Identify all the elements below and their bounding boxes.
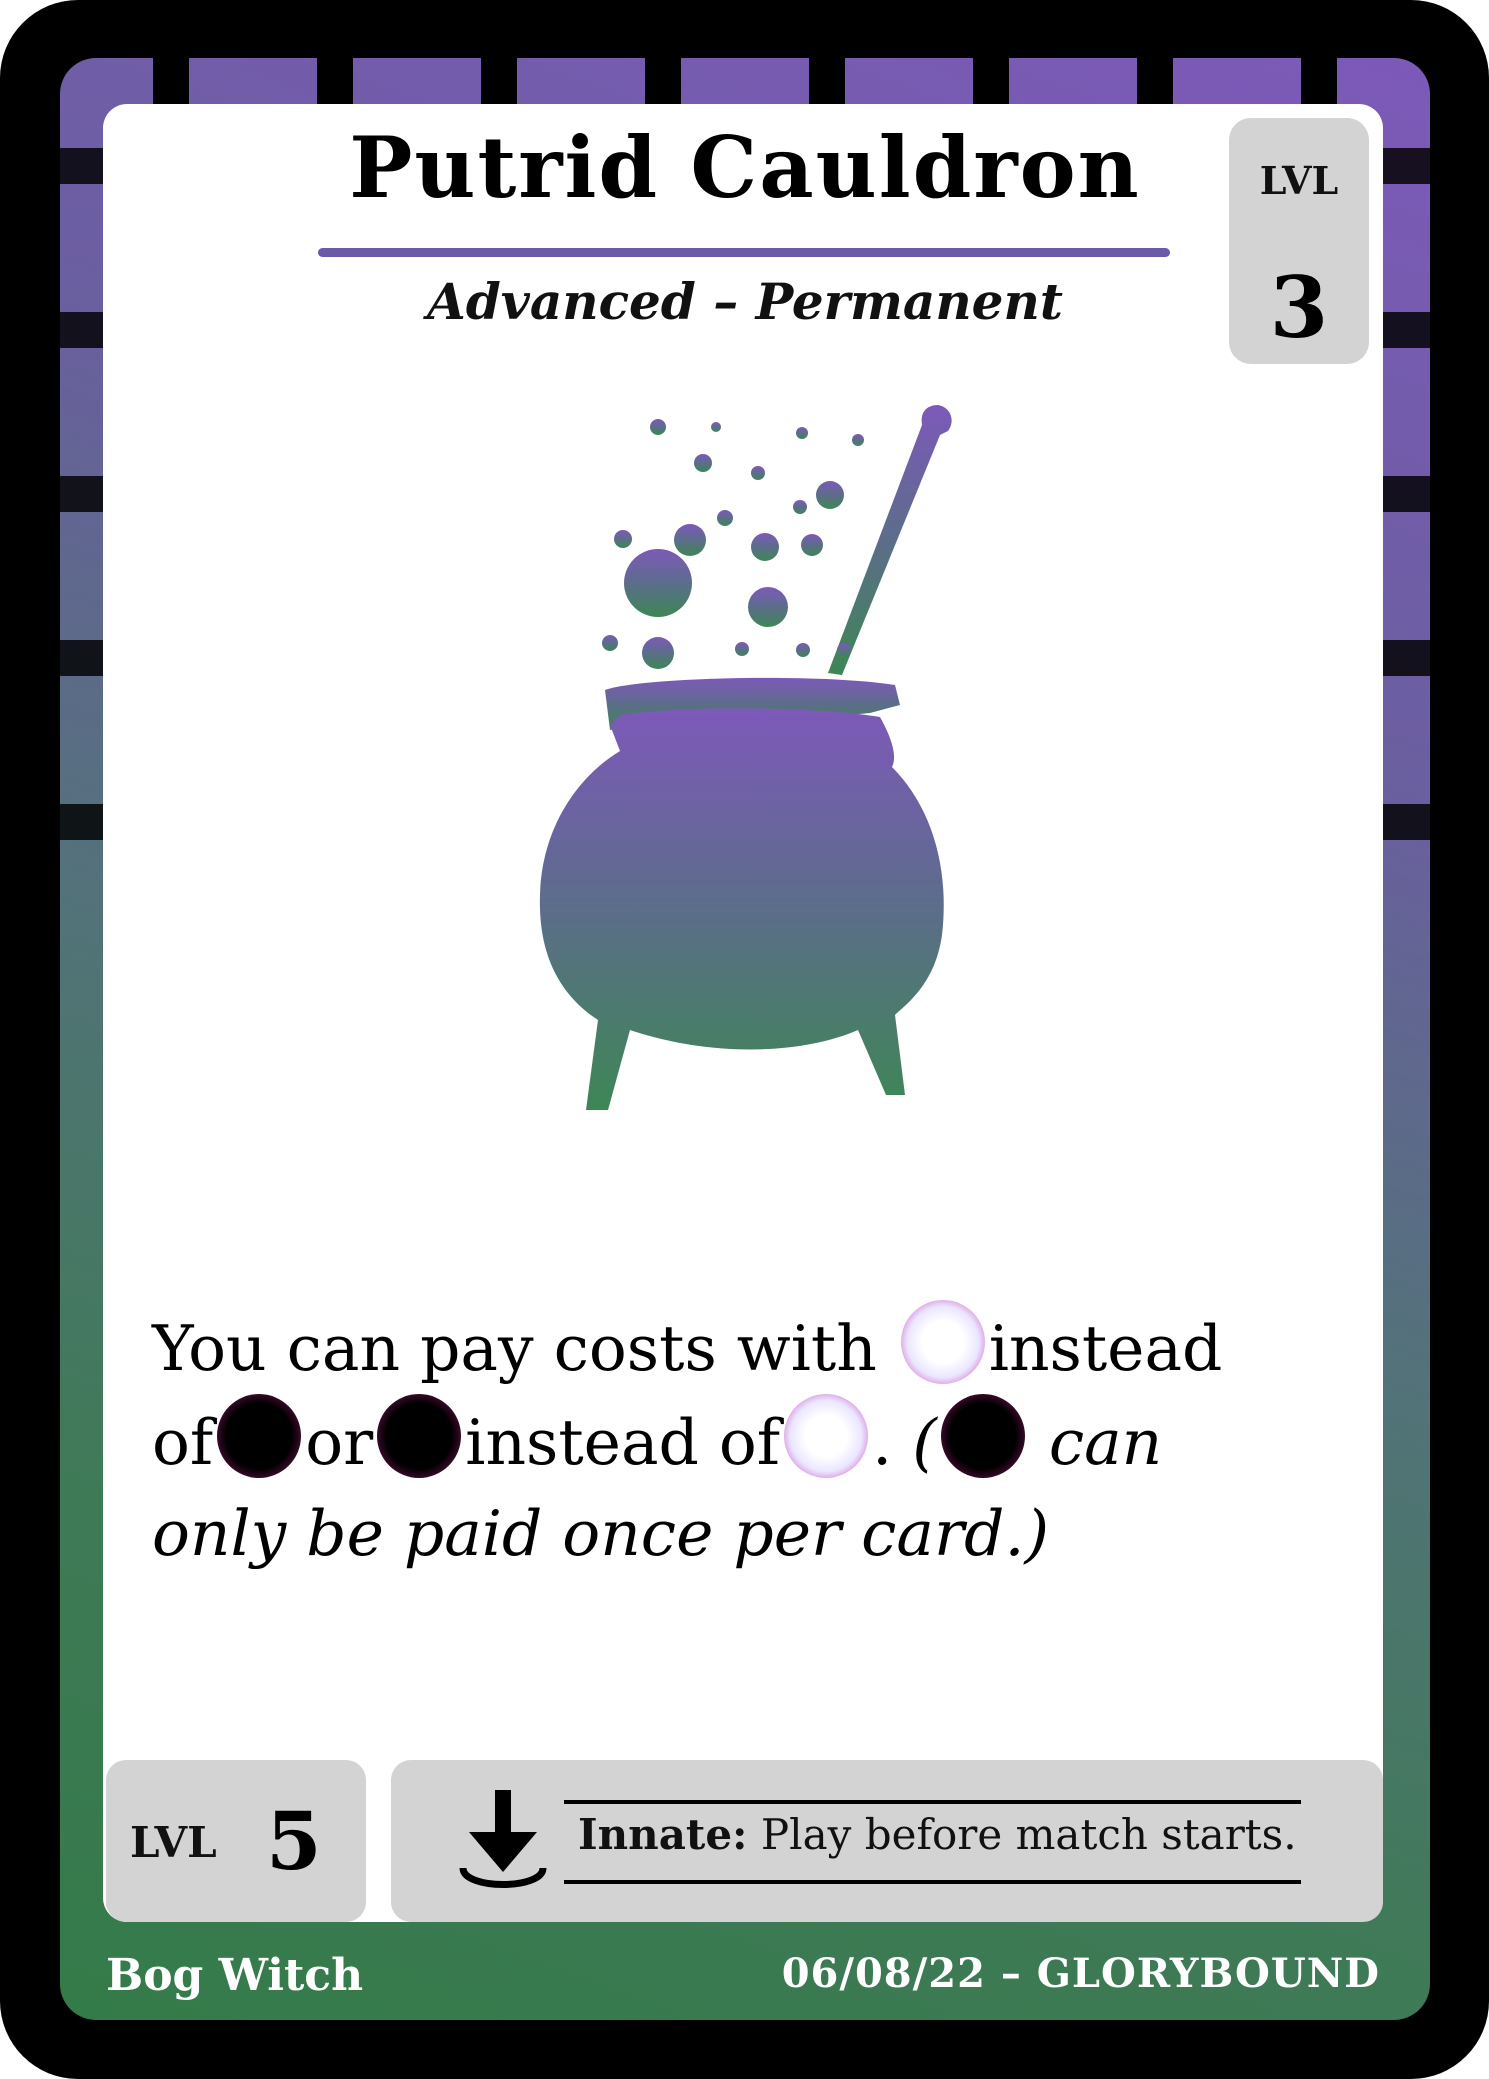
- rules-text: You can pay costs with instead of or inste…: [152, 1300, 1282, 1579]
- card: Putrid Cauldron Advanced – Permanent LVL…: [0, 0, 1489, 2079]
- frame-gap: [1383, 804, 1430, 840]
- frame-gap: [60, 476, 103, 512]
- rules-text-segment: instead of: [465, 1406, 781, 1479]
- innate-text: Innate: Play before match starts.: [578, 1810, 1297, 1859]
- innate-divider-bottom: [564, 1880, 1301, 1884]
- innate-label: Innate:: [578, 1810, 748, 1859]
- frame-gap: [1383, 476, 1430, 512]
- card-title: Putrid Cauldron: [349, 118, 1141, 217]
- level-box: LVL 5: [106, 1760, 366, 1922]
- rules-text-segment: of: [152, 1406, 214, 1479]
- frame-gap: [60, 312, 103, 348]
- innate-keyword-box: Innate: Play before match starts.: [391, 1760, 1383, 1922]
- level-box-label: LVL: [130, 1818, 217, 1867]
- innate-divider-top: [564, 1800, 1301, 1804]
- title-divider: [318, 248, 1170, 257]
- frame-notch: [973, 58, 1009, 104]
- frame-gap: [1383, 148, 1430, 184]
- rules-reminder-segment: only be paid once per card.): [152, 1497, 1050, 1570]
- rules-text-segment: .: [872, 1406, 893, 1479]
- frame-notch: [317, 58, 353, 104]
- cauldron-icon: [539, 405, 952, 1110]
- level-badge-value: 3: [1269, 258, 1329, 357]
- rules-text-segment: instead: [988, 1312, 1223, 1385]
- light-orb-icon: [900, 1300, 985, 1384]
- level-badge: LVL 3: [1229, 118, 1369, 364]
- frame-notch: [1137, 58, 1173, 104]
- rules-reminder-segment: can: [1048, 1406, 1163, 1479]
- frame-notch: [481, 58, 517, 104]
- light-orb-icon: [784, 1394, 869, 1478]
- card-type-line: Advanced – Permanent: [427, 272, 1063, 331]
- card-credit: 06/08/22 – GLORYBOUND: [781, 1950, 1380, 1997]
- card-class-name: Bog Witch: [106, 1950, 364, 2001]
- rules-reminder-segment: (: [912, 1406, 937, 1479]
- frame-notch: [1301, 58, 1337, 104]
- frame-notch: [153, 58, 189, 104]
- frame-gap: [60, 640, 103, 676]
- frame-gap: [1383, 312, 1430, 348]
- rules-text-segment: or: [305, 1406, 374, 1479]
- frame-gap: [1383, 640, 1430, 676]
- frame-gap: [60, 148, 103, 184]
- dark-orb-icon: [940, 1394, 1025, 1478]
- frame-notch: [645, 58, 681, 104]
- frame-notch: [809, 58, 845, 104]
- rules-text-segment: You can pay costs with: [152, 1312, 877, 1385]
- dark-orb-icon: [377, 1394, 462, 1478]
- level-badge-label: LVL: [1259, 158, 1339, 203]
- innate-description: Play before match starts.: [760, 1810, 1297, 1859]
- dark-orb-icon: [217, 1394, 302, 1478]
- download-arrow-icon: [459, 1790, 547, 1888]
- level-box-value: 5: [266, 1794, 322, 1888]
- frame-gap: [60, 804, 103, 840]
